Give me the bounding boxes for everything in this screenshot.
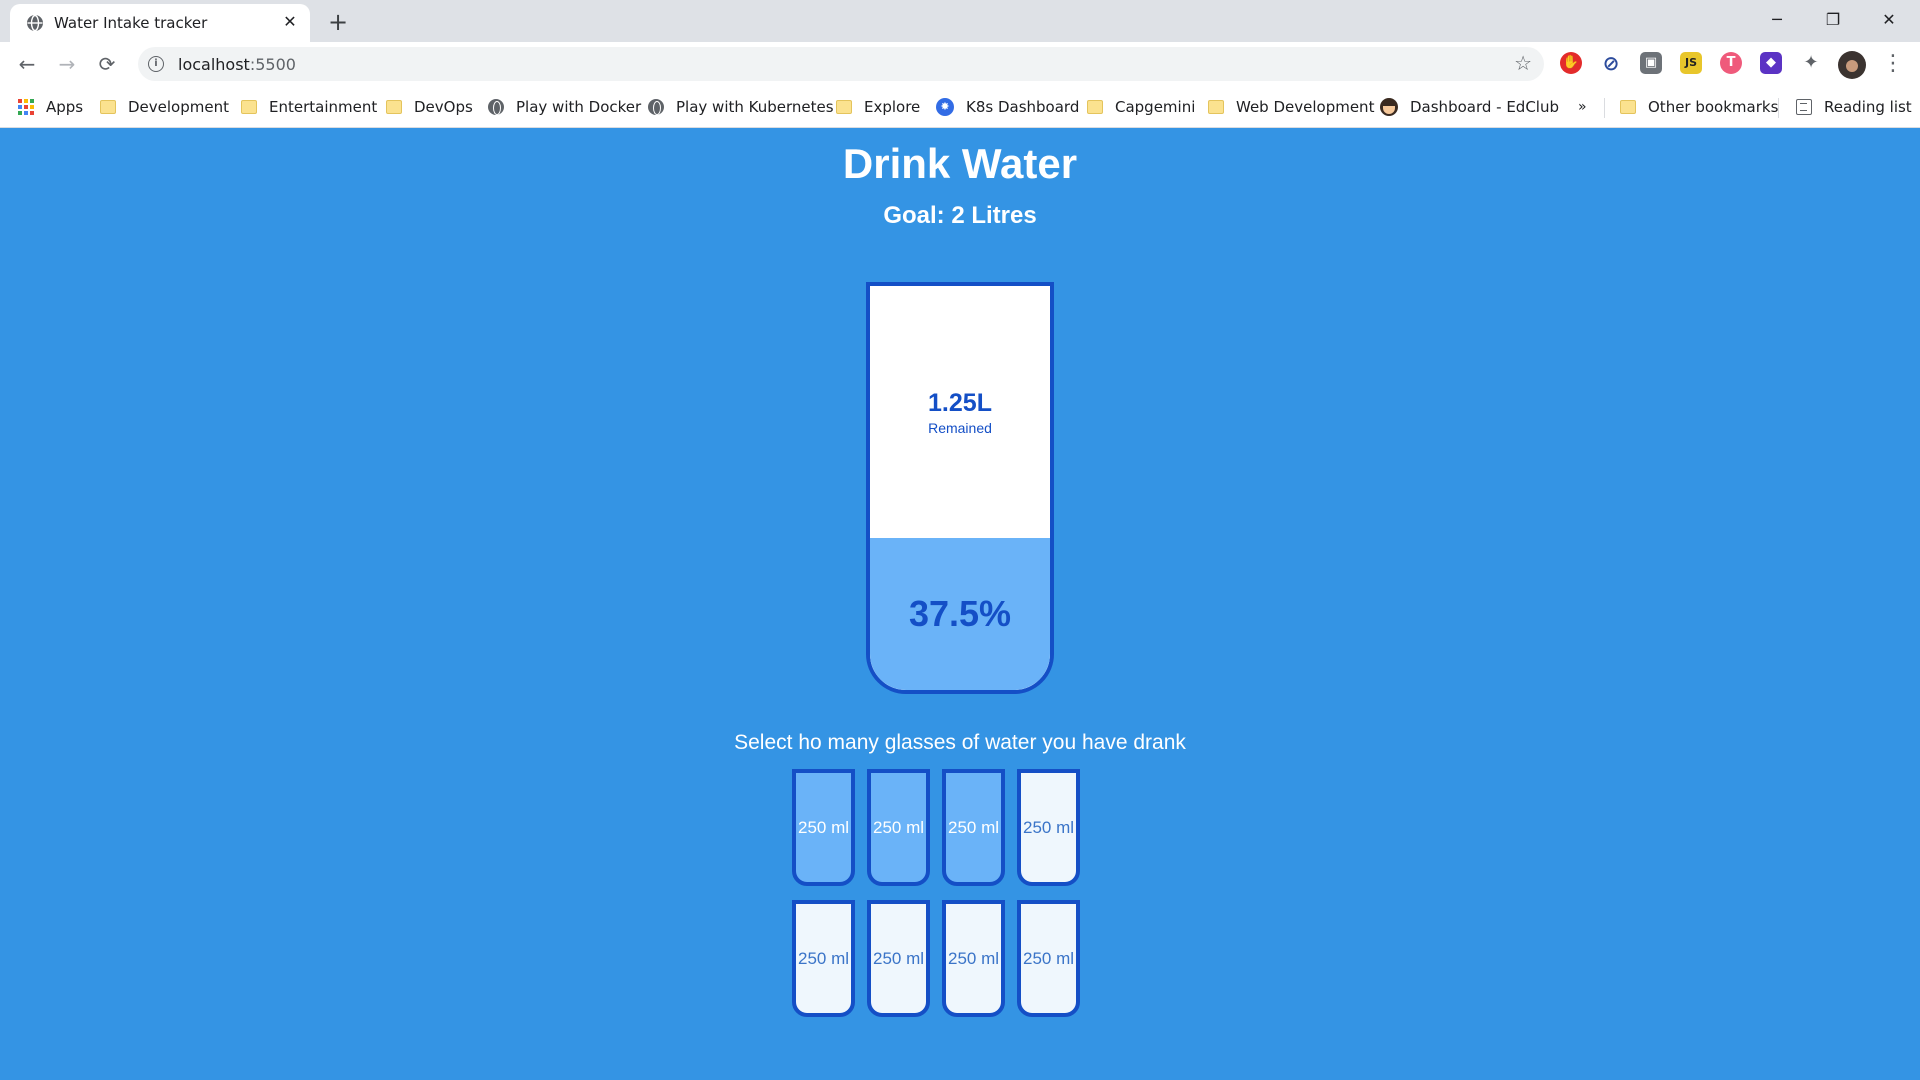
bookmark-apps[interactable]: Apps: [18, 96, 83, 118]
block-extension-icon[interactable]: ⊘: [1600, 52, 1622, 74]
bookmark-play-with-kubernetes[interactable]: Play with Kubernetes: [648, 96, 834, 118]
new-tab-button[interactable]: +: [324, 8, 352, 36]
remained-value: 1.25L: [928, 388, 992, 417]
small-cup[interactable]: 250 ml: [792, 900, 855, 1017]
url-host: localhost: [178, 55, 250, 74]
folder-icon: [1087, 100, 1103, 114]
small-cup[interactable]: 250 ml: [942, 900, 1005, 1017]
bookmark-label: Explore: [864, 98, 921, 116]
bookmark-k8s-dashboard[interactable]: ✸ K8s Dashboard: [936, 96, 1079, 118]
adblock-extension-icon[interactable]: ✋: [1560, 52, 1582, 74]
other-bookmarks-label: Other bookmarks: [1648, 98, 1779, 116]
apps-grid-dot: [30, 105, 34, 109]
kubernetes-icon: ✸: [936, 98, 954, 116]
folder-icon: [1620, 100, 1636, 114]
bookmark-devops[interactable]: DevOps: [386, 96, 473, 118]
bookmark-label: K8s Dashboard: [966, 98, 1080, 116]
small-cup[interactable]: 250 ml: [792, 769, 855, 886]
apps-grid-dot: [18, 105, 22, 109]
folder-icon: [241, 100, 257, 114]
bookmark-label: Play with Docker: [516, 98, 642, 116]
bookmarks-overflow-button[interactable]: »: [1578, 96, 1587, 118]
apps-grid-dot: [24, 111, 28, 115]
small-cup[interactable]: 250 ml: [1017, 900, 1080, 1017]
grad-cap-extension-icon[interactable]: ◆: [1760, 52, 1782, 74]
bookmarks-separator: [1778, 98, 1779, 118]
tab-strip: Water Intake tracker ✕ + ─ ❐ ✕: [0, 0, 1920, 42]
reading-list-label: Reading list: [1824, 98, 1912, 116]
t-extension-icon[interactable]: T: [1720, 52, 1742, 74]
bookmark-dashboard-edclub[interactable]: Dashboard - EdClub: [1380, 96, 1559, 118]
bookmark-entertainment[interactable]: Entertainment: [241, 96, 377, 118]
bookmark-explore[interactable]: Explore: [836, 96, 920, 118]
reading-list-icon: [1796, 99, 1812, 115]
edclub-icon: [1380, 98, 1398, 116]
apps-grid-dot: [18, 99, 22, 103]
page-content: Drink Water Goal: 2 Litres 1.25L Remaine…: [0, 128, 1920, 1080]
apps-grid-dot: [24, 105, 28, 109]
portrait-extension-icon[interactable]: ▣: [1640, 52, 1662, 74]
apps-grid-dot: [24, 99, 28, 103]
small-cup[interactable]: 250 ml: [1017, 769, 1080, 886]
other-bookmarks-folder[interactable]: Other bookmarks: [1620, 96, 1778, 118]
address-bar[interactable]: i localhost:5500 ☆: [138, 47, 1544, 81]
folder-icon: [1208, 100, 1224, 114]
select-glasses-text: Select ho many glasses of water you have…: [734, 731, 1186, 754]
goal-text: Goal: 2 Litres: [883, 202, 1037, 229]
bookmark-label: Web Development: [1236, 98, 1375, 116]
apps-grid-dot: [30, 99, 34, 103]
minimize-window-button[interactable]: ─: [1754, 4, 1800, 36]
back-button[interactable]: ←: [12, 49, 42, 79]
small-cup[interactable]: 250 ml: [942, 769, 1005, 886]
close-tab-icon[interactable]: ✕: [280, 12, 300, 32]
bookmark-label: Play with Kubernetes: [676, 98, 834, 116]
bookmark-label: Capgemini: [1115, 98, 1196, 116]
bookmark-label: Development: [128, 98, 229, 116]
tab-title: Water Intake tracker: [54, 14, 208, 32]
js-extension-icon[interactable]: JS: [1680, 52, 1702, 74]
small-cup[interactable]: 250 ml: [867, 769, 930, 886]
remained-label: Remained: [928, 419, 992, 436]
bookmark-web-development[interactable]: Web Development: [1208, 96, 1374, 118]
bookmark-label: DevOps: [414, 98, 473, 116]
folder-icon: [100, 100, 116, 114]
reload-button[interactable]: ⟳: [92, 49, 122, 79]
folder-icon: [386, 100, 402, 114]
bookmark-label: Entertainment: [269, 98, 378, 116]
bookmark-play-with-docker[interactable]: Play with Docker: [488, 96, 641, 118]
site-info-icon[interactable]: i: [148, 56, 164, 72]
globe-icon: [27, 14, 43, 32]
big-cup: 1.25L Remained 37.5%: [866, 282, 1054, 694]
percentage-fill: 37.5%: [870, 538, 1050, 690]
restore-window-button[interactable]: ❐: [1810, 4, 1856, 36]
apps-grid-dot: [30, 111, 34, 115]
bookmarks-bar: Apps Development Entertainment DevOps Play w…: [0, 86, 1920, 128]
browser-toolbar: ← → ⟳ i localhost:5500 ☆ ✋ ⊘ ▣ JS T ◆ ✦ ⋮: [0, 42, 1920, 86]
apps-grid-icon: [18, 99, 34, 115]
page-title: Drink Water: [842, 140, 1078, 187]
url-port: :5500: [249, 55, 296, 74]
globe-icon: [488, 99, 504, 115]
profile-avatar[interactable]: [1838, 51, 1866, 79]
bookmark-label: Dashboard - EdClub: [1410, 98, 1559, 116]
bookmark-label: Apps: [46, 98, 84, 116]
close-window-button[interactable]: ✕: [1866, 4, 1912, 36]
url-text: localhost:5500: [178, 55, 296, 74]
bookmark-capgemini[interactable]: Capgemini: [1087, 96, 1195, 118]
browser-menu-icon[interactable]: ⋮: [1878, 49, 1908, 79]
forward-button[interactable]: →: [52, 49, 82, 79]
apps-grid-dot: [18, 111, 22, 115]
globe-icon: [648, 99, 664, 115]
reading-list-button[interactable]: Reading list: [1796, 96, 1912, 118]
bookmarks-separator: [1604, 98, 1605, 118]
tab-water-intake-tracker[interactable]: Water Intake tracker ✕: [10, 4, 310, 42]
folder-icon: [836, 100, 852, 114]
bookmark-star-icon[interactable]: ☆: [1514, 51, 1532, 75]
remained-section: 1.25L Remained: [870, 286, 1050, 538]
small-cup[interactable]: 250 ml: [867, 900, 930, 1017]
bookmark-development[interactable]: Development: [100, 96, 229, 118]
puzzle-extension-icon[interactable]: ✦: [1800, 52, 1822, 74]
